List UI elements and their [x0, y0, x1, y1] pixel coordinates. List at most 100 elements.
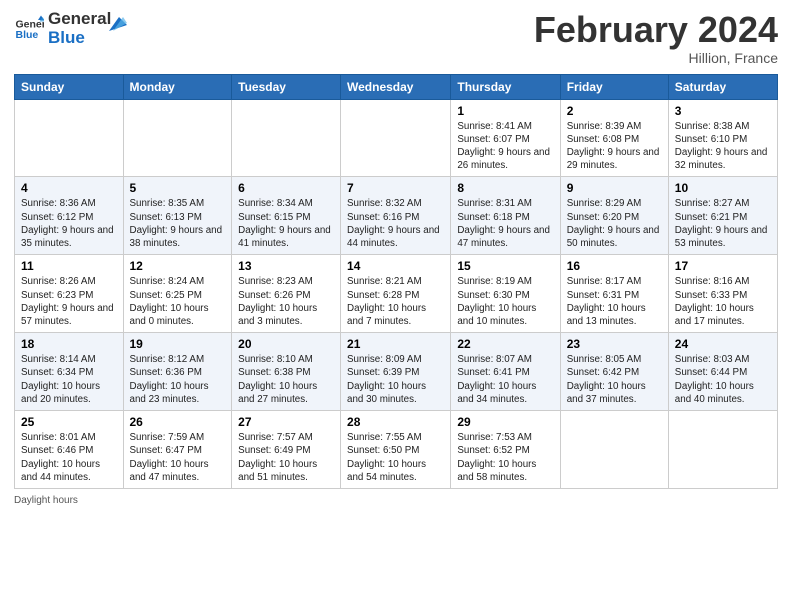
footer-label: Daylight hours [14, 495, 78, 506]
calendar-cell: 1 Sunrise: 8:41 AM Sunset: 6:07 PM Daylig… [451, 99, 560, 177]
logo: General Blue General Blue [14, 10, 127, 47]
calendar-cell: 8Sunrise: 8:31 AM Sunset: 6:18 PM Daylig… [451, 177, 560, 255]
day-number: 27 [238, 415, 334, 429]
day-info: Sunrise: 7:57 AM Sunset: 6:49 PM Dayligh… [238, 431, 334, 484]
day-number: 10 [675, 181, 771, 195]
day-info: Sunrise: 8:03 AM Sunset: 6:44 PM Dayligh… [675, 353, 771, 406]
month-title: February 2024 [534, 10, 778, 50]
day-number: 7 [347, 181, 444, 195]
day-info: Sunrise: 8:41 AM Sunset: 6:07 PM Dayligh… [457, 120, 553, 173]
day-info: Sunrise: 8:05 AM Sunset: 6:42 PM Dayligh… [567, 353, 662, 406]
calendar-cell: 9Sunrise: 8:29 AM Sunset: 6:20 PM Daylig… [560, 177, 668, 255]
day-info: Sunrise: 8:17 AM Sunset: 6:31 PM Dayligh… [567, 275, 662, 328]
day-info: Sunrise: 8:36 AM Sunset: 6:12 PM Dayligh… [21, 197, 117, 250]
day-number: 15 [457, 259, 553, 273]
day-number: 24 [675, 337, 771, 351]
day-number: 1 [457, 104, 553, 118]
day-info: Sunrise: 7:53 AM Sunset: 6:52 PM Dayligh… [457, 431, 553, 484]
day-info: Sunrise: 8:26 AM Sunset: 6:23 PM Dayligh… [21, 275, 117, 328]
calendar-cell: 7Sunrise: 8:32 AM Sunset: 6:16 PM Daylig… [341, 177, 451, 255]
day-number: 9 [567, 181, 662, 195]
day-info: Sunrise: 8:38 AM Sunset: 6:10 PM Dayligh… [675, 120, 771, 173]
day-info: Sunrise: 7:55 AM Sunset: 6:50 PM Dayligh… [347, 431, 444, 484]
calendar-cell: 15 Sunrise: 8:19 AM Sunset: 6:30 PM Dayli… [451, 255, 560, 333]
calendar-table: SundayMondayTuesdayWednesdayThursdayFrid… [14, 74, 778, 489]
calendar-cell: 23 Sunrise: 8:05 AM Sunset: 6:42 PM Dayli… [560, 333, 668, 411]
day-number: 16 [567, 259, 662, 273]
day-number: 26 [130, 415, 226, 429]
location: Hillion, France [534, 50, 778, 66]
calendar-cell: 3 Sunrise: 8:38 AM Sunset: 6:10 PM Daylig… [668, 99, 777, 177]
day-number: 5 [130, 181, 226, 195]
calendar-cell: 24 Sunrise: 8:03 AM Sunset: 6:44 PM Dayli… [668, 333, 777, 411]
day-number: 13 [238, 259, 334, 273]
header: General Blue General Blue February 2024 … [14, 10, 778, 66]
calendar-cell [15, 99, 124, 177]
day-info: Sunrise: 8:12 AM Sunset: 6:36 PM Dayligh… [130, 353, 226, 406]
calendar-week-row: 25Sunrise: 8:01 AM Sunset: 6:46 PM Dayli… [15, 411, 778, 489]
day-number: 11 [21, 259, 117, 273]
col-header-friday: Friday [560, 74, 668, 99]
calendar-cell: 14 Sunrise: 8:21 AM Sunset: 6:28 PM Dayli… [341, 255, 451, 333]
calendar-cell: 5 Sunrise: 8:35 AM Sunset: 6:13 PM Daylig… [123, 177, 232, 255]
calendar-cell: 20 Sunrise: 8:10 AM Sunset: 6:38 PM Dayli… [232, 333, 341, 411]
day-number: 21 [347, 337, 444, 351]
day-info: Sunrise: 8:19 AM Sunset: 6:30 PM Dayligh… [457, 275, 553, 328]
calendar-cell: 18 Sunrise: 8:14 AM Sunset: 6:34 PM Dayli… [15, 333, 124, 411]
calendar-week-row: 1 Sunrise: 8:41 AM Sunset: 6:07 PM Daylig… [15, 99, 778, 177]
day-number: 20 [238, 337, 334, 351]
day-number: 14 [347, 259, 444, 273]
day-info: Sunrise: 8:21 AM Sunset: 6:28 PM Dayligh… [347, 275, 444, 328]
calendar-week-row: 11 Sunrise: 8:26 AM Sunset: 6:23 PM Dayli… [15, 255, 778, 333]
day-info: Sunrise: 8:14 AM Sunset: 6:34 PM Dayligh… [21, 353, 117, 406]
calendar-cell: 27 Sunrise: 7:57 AM Sunset: 6:49 PM Dayli… [232, 411, 341, 489]
calendar-cell: 17Sunrise: 8:16 AM Sunset: 6:33 PM Dayli… [668, 255, 777, 333]
day-info: Sunrise: 8:23 AM Sunset: 6:26 PM Dayligh… [238, 275, 334, 328]
calendar-cell: 21 Sunrise: 8:09 AM Sunset: 6:39 PM Dayli… [341, 333, 451, 411]
calendar-cell [668, 411, 777, 489]
calendar-cell: 6 Sunrise: 8:34 AM Sunset: 6:15 PM Daylig… [232, 177, 341, 255]
day-info: Sunrise: 8:07 AM Sunset: 6:41 PM Dayligh… [457, 353, 553, 406]
calendar-cell [232, 99, 341, 177]
day-number: 22 [457, 337, 553, 351]
day-number: 6 [238, 181, 334, 195]
calendar-cell [341, 99, 451, 177]
day-info: Sunrise: 8:34 AM Sunset: 6:15 PM Dayligh… [238, 197, 334, 250]
col-header-saturday: Saturday [668, 74, 777, 99]
day-number: 25 [21, 415, 117, 429]
calendar-cell: 13 Sunrise: 8:23 AM Sunset: 6:26 PM Dayli… [232, 255, 341, 333]
logo-icon: General Blue [14, 14, 44, 44]
calendar-cell: 26 Sunrise: 7:59 AM Sunset: 6:47 PM Dayli… [123, 411, 232, 489]
calendar-cell: 2Sunrise: 8:39 AM Sunset: 6:08 PM Daylig… [560, 99, 668, 177]
calendar-cell: 28 Sunrise: 7:55 AM Sunset: 6:50 PM Dayli… [341, 411, 451, 489]
calendar-cell: 16 Sunrise: 8:17 AM Sunset: 6:31 PM Dayli… [560, 255, 668, 333]
calendar-cell: 19 Sunrise: 8:12 AM Sunset: 6:36 PM Dayli… [123, 333, 232, 411]
logo-text-blue: Blue [48, 29, 111, 48]
day-info: Sunrise: 8:35 AM Sunset: 6:13 PM Dayligh… [130, 197, 226, 250]
svg-text:Blue: Blue [16, 29, 39, 41]
day-number: 4 [21, 181, 117, 195]
title-block: February 2024 Hillion, France [534, 10, 778, 66]
day-number: 29 [457, 415, 553, 429]
day-number: 19 [130, 337, 226, 351]
day-info: Sunrise: 8:09 AM Sunset: 6:39 PM Dayligh… [347, 353, 444, 406]
calendar-week-row: 4 Sunrise: 8:36 AM Sunset: 6:12 PM Daylig… [15, 177, 778, 255]
logo-text-general: General [48, 10, 111, 29]
col-header-sunday: Sunday [15, 74, 124, 99]
calendar-cell: 12 Sunrise: 8:24 AM Sunset: 6:25 PM Dayli… [123, 255, 232, 333]
day-number: 28 [347, 415, 444, 429]
day-number: 23 [567, 337, 662, 351]
day-number: 17 [675, 259, 771, 273]
day-info: Sunrise: 8:10 AM Sunset: 6:38 PM Dayligh… [238, 353, 334, 406]
day-info: Sunrise: 7:59 AM Sunset: 6:47 PM Dayligh… [130, 431, 226, 484]
calendar-cell [123, 99, 232, 177]
day-number: 12 [130, 259, 226, 273]
calendar-cell: 11 Sunrise: 8:26 AM Sunset: 6:23 PM Dayli… [15, 255, 124, 333]
calendar-cell: 22 Sunrise: 8:07 AM Sunset: 6:41 PM Dayli… [451, 333, 560, 411]
logo-arrow-icon [105, 13, 127, 35]
col-header-wednesday: Wednesday [341, 74, 451, 99]
day-info: Sunrise: 8:24 AM Sunset: 6:25 PM Dayligh… [130, 275, 226, 328]
day-number: 18 [21, 337, 117, 351]
day-number: 3 [675, 104, 771, 118]
page-container: General Blue General Blue February 2024 … [0, 0, 792, 516]
